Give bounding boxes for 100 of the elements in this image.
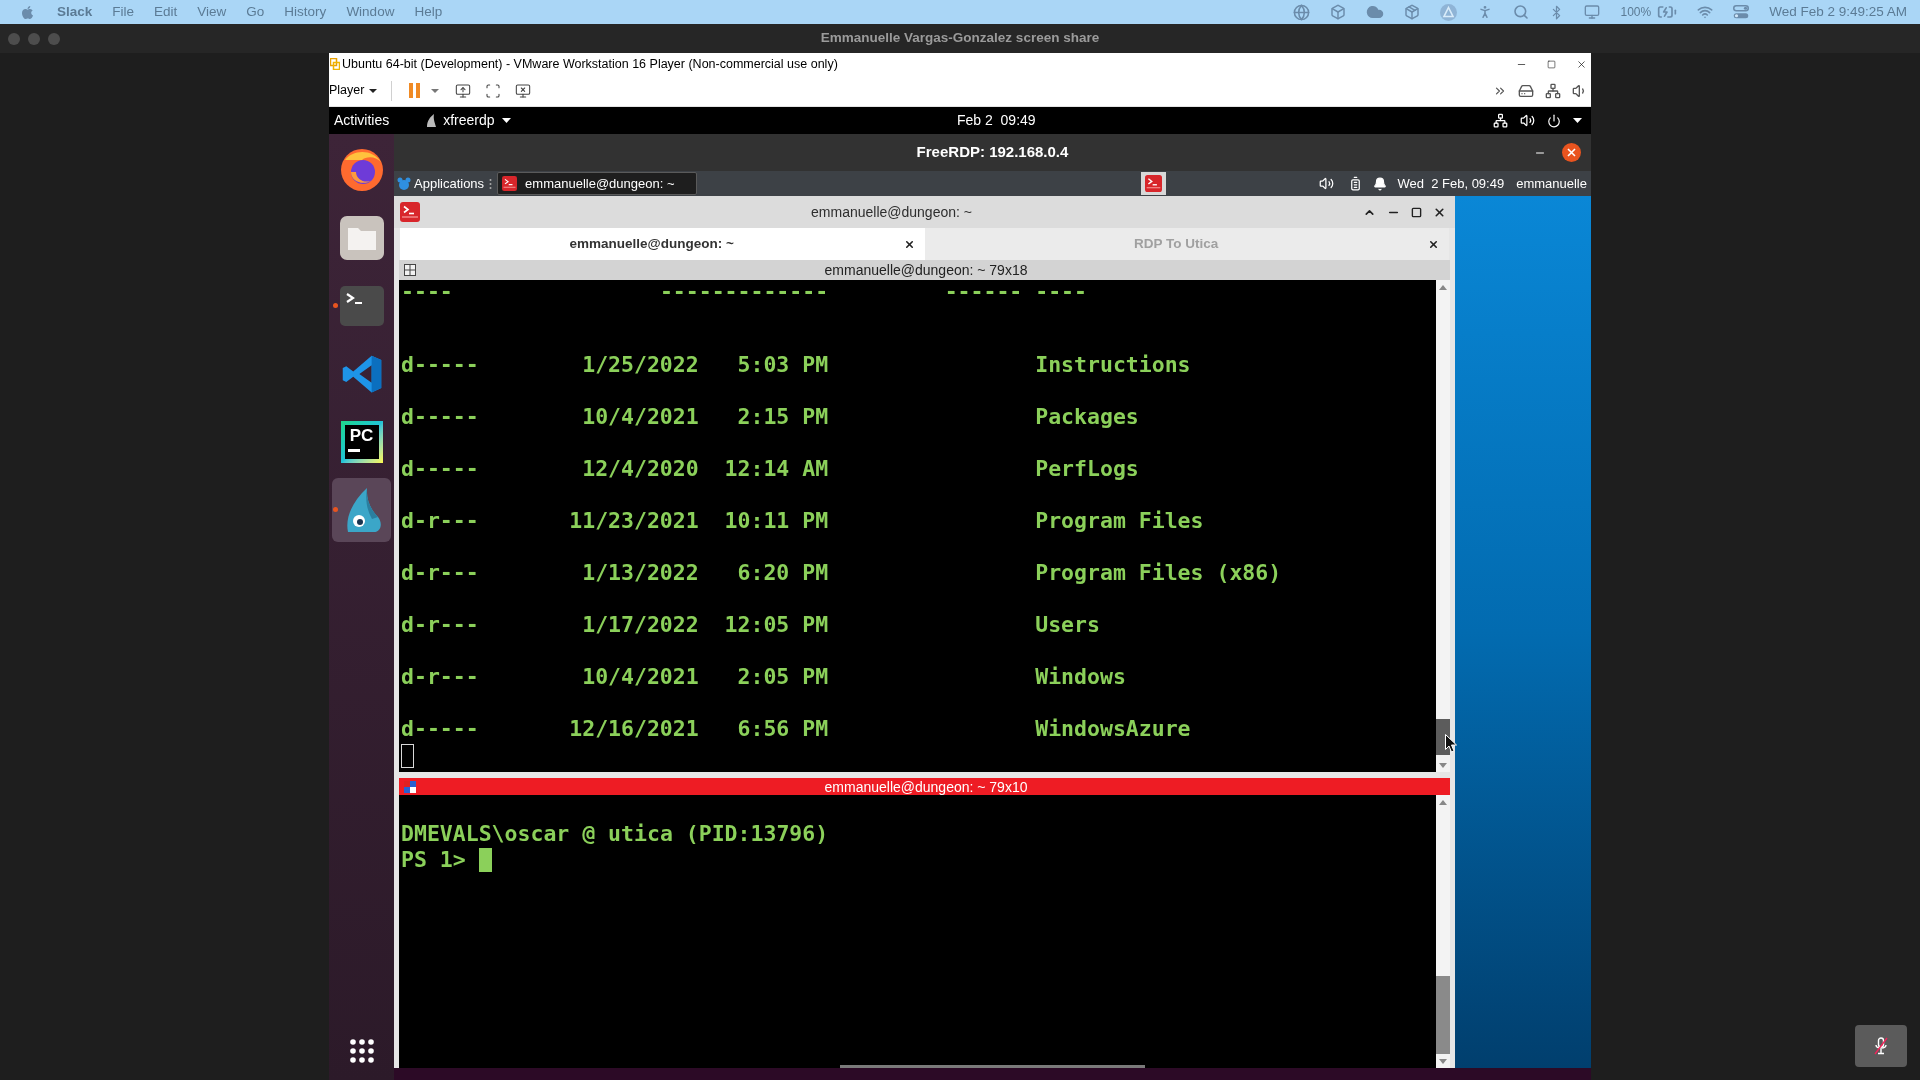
listing-text: 12/16/2021 (569, 717, 699, 741)
dock-item[interactable]: PC (332, 410, 391, 474)
window-title: FreeRDP: 192.168.0.4 (916, 142, 1069, 163)
terminal-icon (502, 176, 518, 191)
fullscreen-icon[interactable] (485, 82, 502, 99)
applications-menu-button[interactable]: Applications (394, 171, 485, 196)
toggles-icon[interactable] (1733, 5, 1750, 19)
listing-text: 12:14 AM (724, 457, 829, 481)
network-icon[interactable] (1493, 113, 1508, 128)
close-tab-icon[interactable] (1428, 238, 1439, 250)
scroll-up-arrow-icon[interactable] (1439, 284, 1447, 290)
listing-text: PerfLogs (1035, 457, 1139, 481)
vertical-dots-icon (489, 177, 493, 190)
pause-icon[interactable] (409, 83, 421, 98)
window-title: Emmanuelle Vargas-Gonzalez screen share (820, 29, 1100, 48)
listing-text: 1/25/2022 (582, 353, 699, 377)
listing-text: 2:05 PM (737, 665, 829, 689)
microphone-off-icon (1874, 1037, 1888, 1055)
split-grid-icon[interactable] (404, 264, 416, 276)
fin-icon (426, 114, 437, 127)
maximize-icon[interactable] (1411, 206, 1422, 218)
rule-dashes: ---- (1035, 280, 1087, 304)
dock-item[interactable] (332, 478, 391, 542)
power-icon[interactable] (1547, 113, 1561, 128)
top-bar-clock[interactable]: Feb 2 09:49 (957, 110, 1036, 131)
panel-clock[interactable]: Wed 2 Feb, 09:49 (1397, 173, 1505, 194)
listing-text: d-r--- (401, 665, 479, 689)
user-name[interactable]: emmanuelle (1516, 173, 1587, 194)
listing-text: d----- (401, 405, 479, 429)
caret-icon (369, 88, 378, 93)
launcher-button[interactable] (1141, 172, 1167, 195)
scrollbar-thumb[interactable] (1436, 719, 1450, 755)
terminal-line: DMEVALS\oscar @ utica (PID:13796) (401, 821, 829, 847)
listing-text: 6:56 PM (737, 717, 829, 741)
listing-text: d-r--- (401, 509, 479, 533)
scroll-up-arrow-icon[interactable] (1439, 799, 1447, 805)
terminal-icon (400, 202, 420, 222)
listing-text: 10:11 PM (724, 509, 829, 533)
logo-letters: PC (348, 426, 375, 446)
folder-icon (339, 216, 384, 260)
crossed-screen-icon[interactable] (515, 82, 532, 99)
listing-text: 6:20 PM (737, 561, 829, 585)
volume-icon[interactable] (1520, 113, 1535, 128)
listing-text: d----- (401, 457, 479, 481)
listing-text: 12/4/2020 (582, 457, 699, 481)
close-icon[interactable] (1562, 143, 1581, 162)
orb-icon (339, 148, 384, 192)
listing-text: Users (1035, 613, 1100, 637)
caret-icon (501, 118, 511, 123)
listing-text: 10/4/2021 (582, 405, 699, 429)
listing-text: 1/13/2022 (582, 561, 699, 585)
listing-text: d-r--- (401, 561, 479, 585)
listing-text: Packages (1035, 405, 1139, 429)
listing-text: d----- (401, 353, 479, 377)
terminal-icon (339, 286, 384, 326)
battery-percentage: 100% (1620, 4, 1652, 21)
rule-dashes: ------ (944, 280, 1023, 304)
pane-title: emmanuelle@dungeon: ~ 79x18 (824, 263, 1028, 277)
close-icon[interactable] (1433, 205, 1446, 219)
bell-icon[interactable] (1373, 176, 1388, 191)
overlapping-squares-icon (330, 58, 340, 70)
listing-text: Program Files (x86) (1035, 561, 1282, 585)
scroll-down-arrow-icon[interactable] (1439, 1058, 1447, 1064)
volume-icon[interactable] (1319, 176, 1335, 191)
listing-text: 5:03 PM (737, 353, 829, 377)
app-menu-button[interactable]: xfreerdp (426, 110, 511, 131)
listing-text: WindowsAzure (1035, 717, 1191, 741)
activities-button[interactable]: Activities (334, 110, 390, 131)
task-button[interactable]: emmanuelle@dungeon: ~ (497, 172, 698, 195)
listing-text: 1/17/2022 (582, 613, 699, 637)
listing-text: Program Files (1035, 509, 1204, 533)
network-icon[interactable] (1545, 82, 1561, 99)
mute-button[interactable] (1855, 1025, 1907, 1067)
rule-dashes: ------------- (659, 280, 829, 304)
mouse-head-icon (397, 176, 411, 191)
scrollbar-thumb[interactable] (1436, 976, 1450, 1054)
listing-text: 11/23/2021 (569, 509, 699, 533)
app-grid-icon (349, 1039, 374, 1063)
ribbon-logo-icon (340, 353, 383, 395)
split-grid-icon[interactable] (404, 780, 416, 793)
show-apps-button[interactable] (348, 1038, 375, 1064)
listing-text: 2:15 PM (737, 405, 829, 429)
listing-text: d----- (401, 717, 479, 741)
listing-text: 10/4/2021 (582, 665, 699, 689)
scroll-down-arrow-icon[interactable] (1439, 762, 1447, 768)
drive-icon[interactable] (1518, 82, 1534, 99)
listing-text: Windows (1035, 665, 1126, 689)
tab[interactable]: emmanuelle@dungeon: ~ (400, 228, 925, 260)
listing-text: 12:05 PM (724, 613, 829, 637)
close-tab-icon[interactable] (903, 238, 915, 250)
monitor-icon[interactable] (455, 82, 472, 99)
close-icon[interactable] (1576, 58, 1587, 70)
mouse-pointer-icon (1445, 734, 1457, 753)
rule-dashes: ---- (401, 280, 453, 304)
window-title: Ubuntu 64-bit (Development) - VMware Workstation 16 Player (Non-commercial use only) (342, 55, 838, 73)
listing-text: d-r--- (401, 613, 479, 637)
listing-text: Instructions (1035, 353, 1191, 377)
shell-prompt: PS 1> (401, 847, 466, 873)
caret-icon[interactable] (1573, 118, 1582, 123)
player-menu-button[interactable]: Player (329, 78, 378, 103)
